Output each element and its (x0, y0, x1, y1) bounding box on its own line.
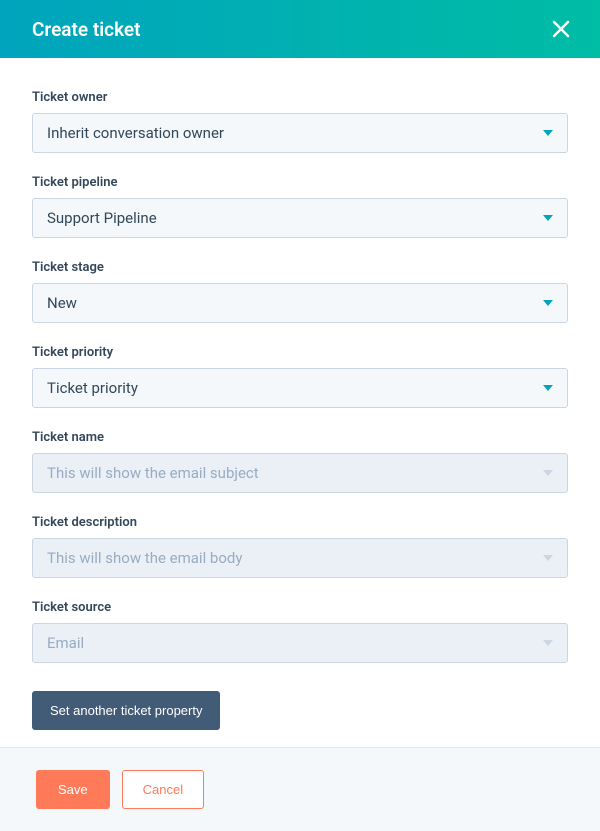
form-body: Ticket owner Inherit conversation owner … (0, 58, 600, 754)
caret-down-icon (543, 215, 553, 221)
modal-footer: Save Cancel (0, 747, 600, 831)
ticket-source-select: Email (32, 623, 568, 663)
field-group-pipeline: Ticket pipeline Support Pipeline (32, 175, 568, 238)
select-value: This will show the email body (47, 549, 543, 567)
select-value: New (47, 294, 543, 312)
field-group-owner: Ticket owner Inherit conversation owner (32, 90, 568, 153)
modal-header: Create ticket (0, 0, 600, 58)
ticket-name-label: Ticket name (32, 430, 568, 445)
save-button[interactable]: Save (36, 770, 110, 809)
field-group-stage: Ticket stage New (32, 260, 568, 323)
caret-down-icon (543, 470, 553, 476)
caret-down-icon (543, 640, 553, 646)
field-group-source: Ticket source Email (32, 600, 568, 663)
ticket-priority-select[interactable]: Ticket priority (32, 368, 568, 408)
select-value: This will show the email subject (47, 464, 543, 482)
ticket-pipeline-label: Ticket pipeline (32, 175, 568, 190)
ticket-description-label: Ticket description (32, 515, 568, 530)
ticket-source-label: Ticket source (32, 600, 568, 615)
close-icon[interactable] (546, 14, 576, 44)
field-group-priority: Ticket priority Ticket priority (32, 345, 568, 408)
set-another-property-button[interactable]: Set another ticket property (32, 691, 220, 730)
ticket-owner-select[interactable]: Inherit conversation owner (32, 113, 568, 153)
ticket-priority-label: Ticket priority (32, 345, 568, 360)
select-value: Ticket priority (47, 379, 543, 397)
ticket-stage-label: Ticket stage (32, 260, 568, 275)
modal-title: Create ticket (32, 18, 141, 41)
select-value: Inherit conversation owner (47, 124, 543, 142)
caret-down-icon (543, 130, 553, 136)
ticket-name-select: This will show the email subject (32, 453, 568, 493)
ticket-owner-label: Ticket owner (32, 90, 568, 105)
caret-down-icon (543, 300, 553, 306)
ticket-description-select: This will show the email body (32, 538, 568, 578)
field-group-name: Ticket name This will show the email sub… (32, 430, 568, 493)
ticket-pipeline-select[interactable]: Support Pipeline (32, 198, 568, 238)
caret-down-icon (543, 385, 553, 391)
ticket-stage-select[interactable]: New (32, 283, 568, 323)
cancel-button[interactable]: Cancel (122, 770, 204, 809)
select-value: Support Pipeline (47, 209, 543, 227)
caret-down-icon (543, 555, 553, 561)
field-group-description: Ticket description This will show the em… (32, 515, 568, 578)
select-value: Email (47, 634, 543, 652)
